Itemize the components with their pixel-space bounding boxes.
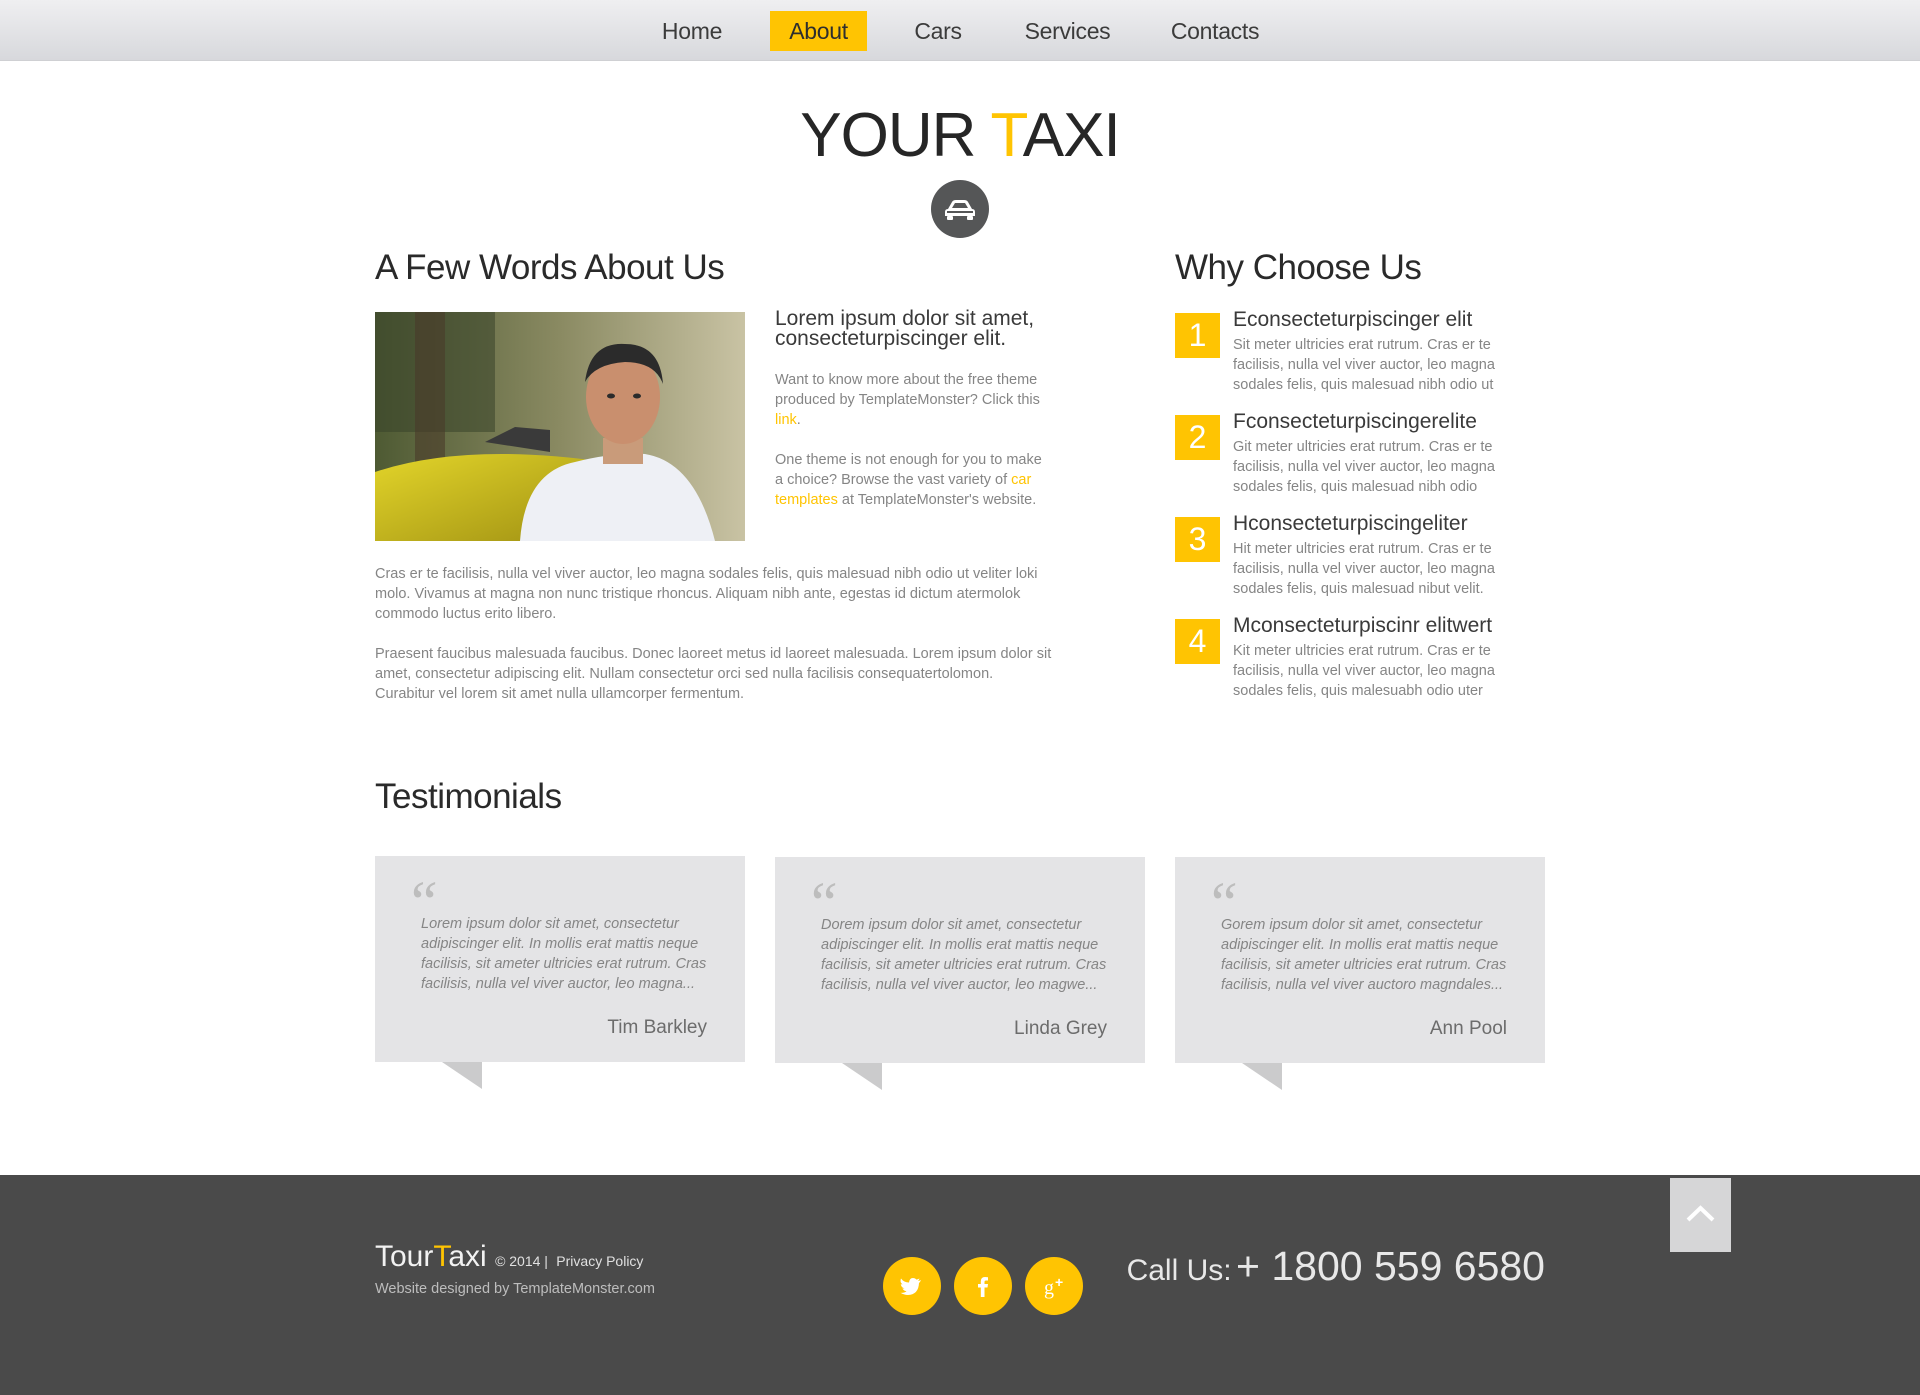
google-plus-button[interactable]: g + bbox=[1025, 1257, 1083, 1315]
designed-by[interactable]: Website designed by TemplateMonster.com bbox=[375, 1281, 655, 1297]
scroll-to-top-button[interactable] bbox=[1670, 1178, 1731, 1252]
why-number-badge: 3 bbox=[1175, 517, 1220, 562]
logo-accent: T bbox=[990, 101, 1024, 170]
nav-services[interactable]: Services bbox=[1020, 11, 1115, 51]
testimonial-card: “ Dorem ipsum dolor sit amet, consectetu… bbox=[775, 857, 1145, 1090]
nav-contacts[interactable]: Contacts bbox=[1165, 11, 1265, 51]
svg-text:+: + bbox=[1055, 1274, 1063, 1290]
testimonial-text: Dorem ipsum dolor sit amet, consectetur … bbox=[821, 917, 1107, 993]
car-icon bbox=[931, 180, 989, 238]
privacy-policy-link[interactable]: Privacy Policy bbox=[556, 1253, 643, 1269]
why-text: Kit meter ultricies erat rutrum. Cras er… bbox=[1233, 643, 1495, 699]
why-heading: Why Choose Us bbox=[1175, 248, 1422, 287]
why-title: Fconsecteturpiscingerelite bbox=[1233, 410, 1477, 433]
driver-photo bbox=[375, 312, 745, 541]
why-number-badge: 1 bbox=[1175, 313, 1220, 358]
about-paragraph-4: Praesent faucibus malesuada faucibus. Do… bbox=[375, 646, 1052, 702]
why-number-badge: 2 bbox=[1175, 415, 1220, 460]
about-paragraph-2: One theme is not enough for you to make … bbox=[775, 452, 1042, 508]
testimonial-card: “ Lorem ipsum dolor sit amet, consectetu… bbox=[375, 856, 745, 1089]
testimonial-card: “ Gorem ipsum dolor sit amet, consectetu… bbox=[1175, 857, 1545, 1090]
nav-cars[interactable]: Cars bbox=[900, 11, 976, 51]
copyright: © 2014 | bbox=[495, 1253, 548, 1269]
about-paragraph-1: Want to know more about the free theme p… bbox=[775, 372, 1040, 428]
facebook-button[interactable] bbox=[954, 1257, 1012, 1315]
nav-home[interactable]: Home bbox=[652, 11, 732, 51]
twitter-button[interactable] bbox=[883, 1257, 941, 1315]
top-nav: Home About Cars Services Contacts bbox=[0, 0, 1920, 61]
speech-tail bbox=[842, 1063, 882, 1090]
why-title: Econsecteturpiscinger elit bbox=[1233, 308, 1473, 331]
google-plus-icon: g + bbox=[1044, 1274, 1063, 1299]
about-heading: A Few Words About Us bbox=[375, 248, 725, 287]
site-logo[interactable]: YOUR TAXI bbox=[0, 100, 1920, 171]
testimonial-text: Gorem ipsum dolor sit amet, consectetur … bbox=[1221, 917, 1507, 993]
logo-part1: YOUR bbox=[800, 101, 991, 170]
logo-part2: AXI bbox=[1022, 101, 1121, 170]
nav-about[interactable]: About bbox=[770, 11, 867, 51]
phone-number[interactable]: + 1800 559 6580 bbox=[1236, 1243, 1545, 1289]
why-text: Sit meter ultricies erat rutrum. Cras er… bbox=[1233, 337, 1495, 393]
testimonial-author: Tim Barkley bbox=[607, 1017, 707, 1038]
about-lead: Lorem ipsum dolor sit amet, consecteturp… bbox=[775, 307, 1035, 350]
twitter-icon bbox=[900, 1278, 921, 1295]
testimonial-text: Lorem ipsum dolor sit amet, consectetur … bbox=[421, 916, 707, 992]
testimonial-author: Ann Pool bbox=[1429, 1018, 1507, 1039]
speech-tail bbox=[1242, 1063, 1282, 1090]
why-title: Mconsecteturpiscinr elitwert bbox=[1233, 614, 1493, 637]
call-us: Call Us: + 1800 559 6580 bbox=[1127, 1243, 1545, 1290]
why-text: Hit meter ultricies erat rutrum. Cras er… bbox=[1233, 541, 1495, 597]
why-title: Hconsecteturpiscingeliter bbox=[1233, 512, 1468, 535]
why-text: Git meter ultricies erat rutrum. Cras er… bbox=[1233, 439, 1495, 495]
chevron-up-icon bbox=[1686, 1205, 1715, 1222]
speech-tail bbox=[442, 1062, 482, 1089]
about-paragraph-3: Cras er te facilisis, nulla vel viver au… bbox=[375, 566, 1038, 622]
why-number-badge: 4 bbox=[1175, 619, 1220, 664]
more-info-link[interactable]: link bbox=[775, 412, 797, 428]
facebook-icon bbox=[978, 1277, 988, 1297]
testimonials-heading: Testimonials bbox=[375, 777, 562, 816]
svg-text:g: g bbox=[1044, 1277, 1054, 1299]
call-label: Call Us: bbox=[1126, 1254, 1232, 1287]
testimonial-author: Linda Grey bbox=[1014, 1018, 1107, 1039]
footer-brand: TourTaxi © 2014 | Privacy Policy bbox=[375, 1240, 644, 1273]
